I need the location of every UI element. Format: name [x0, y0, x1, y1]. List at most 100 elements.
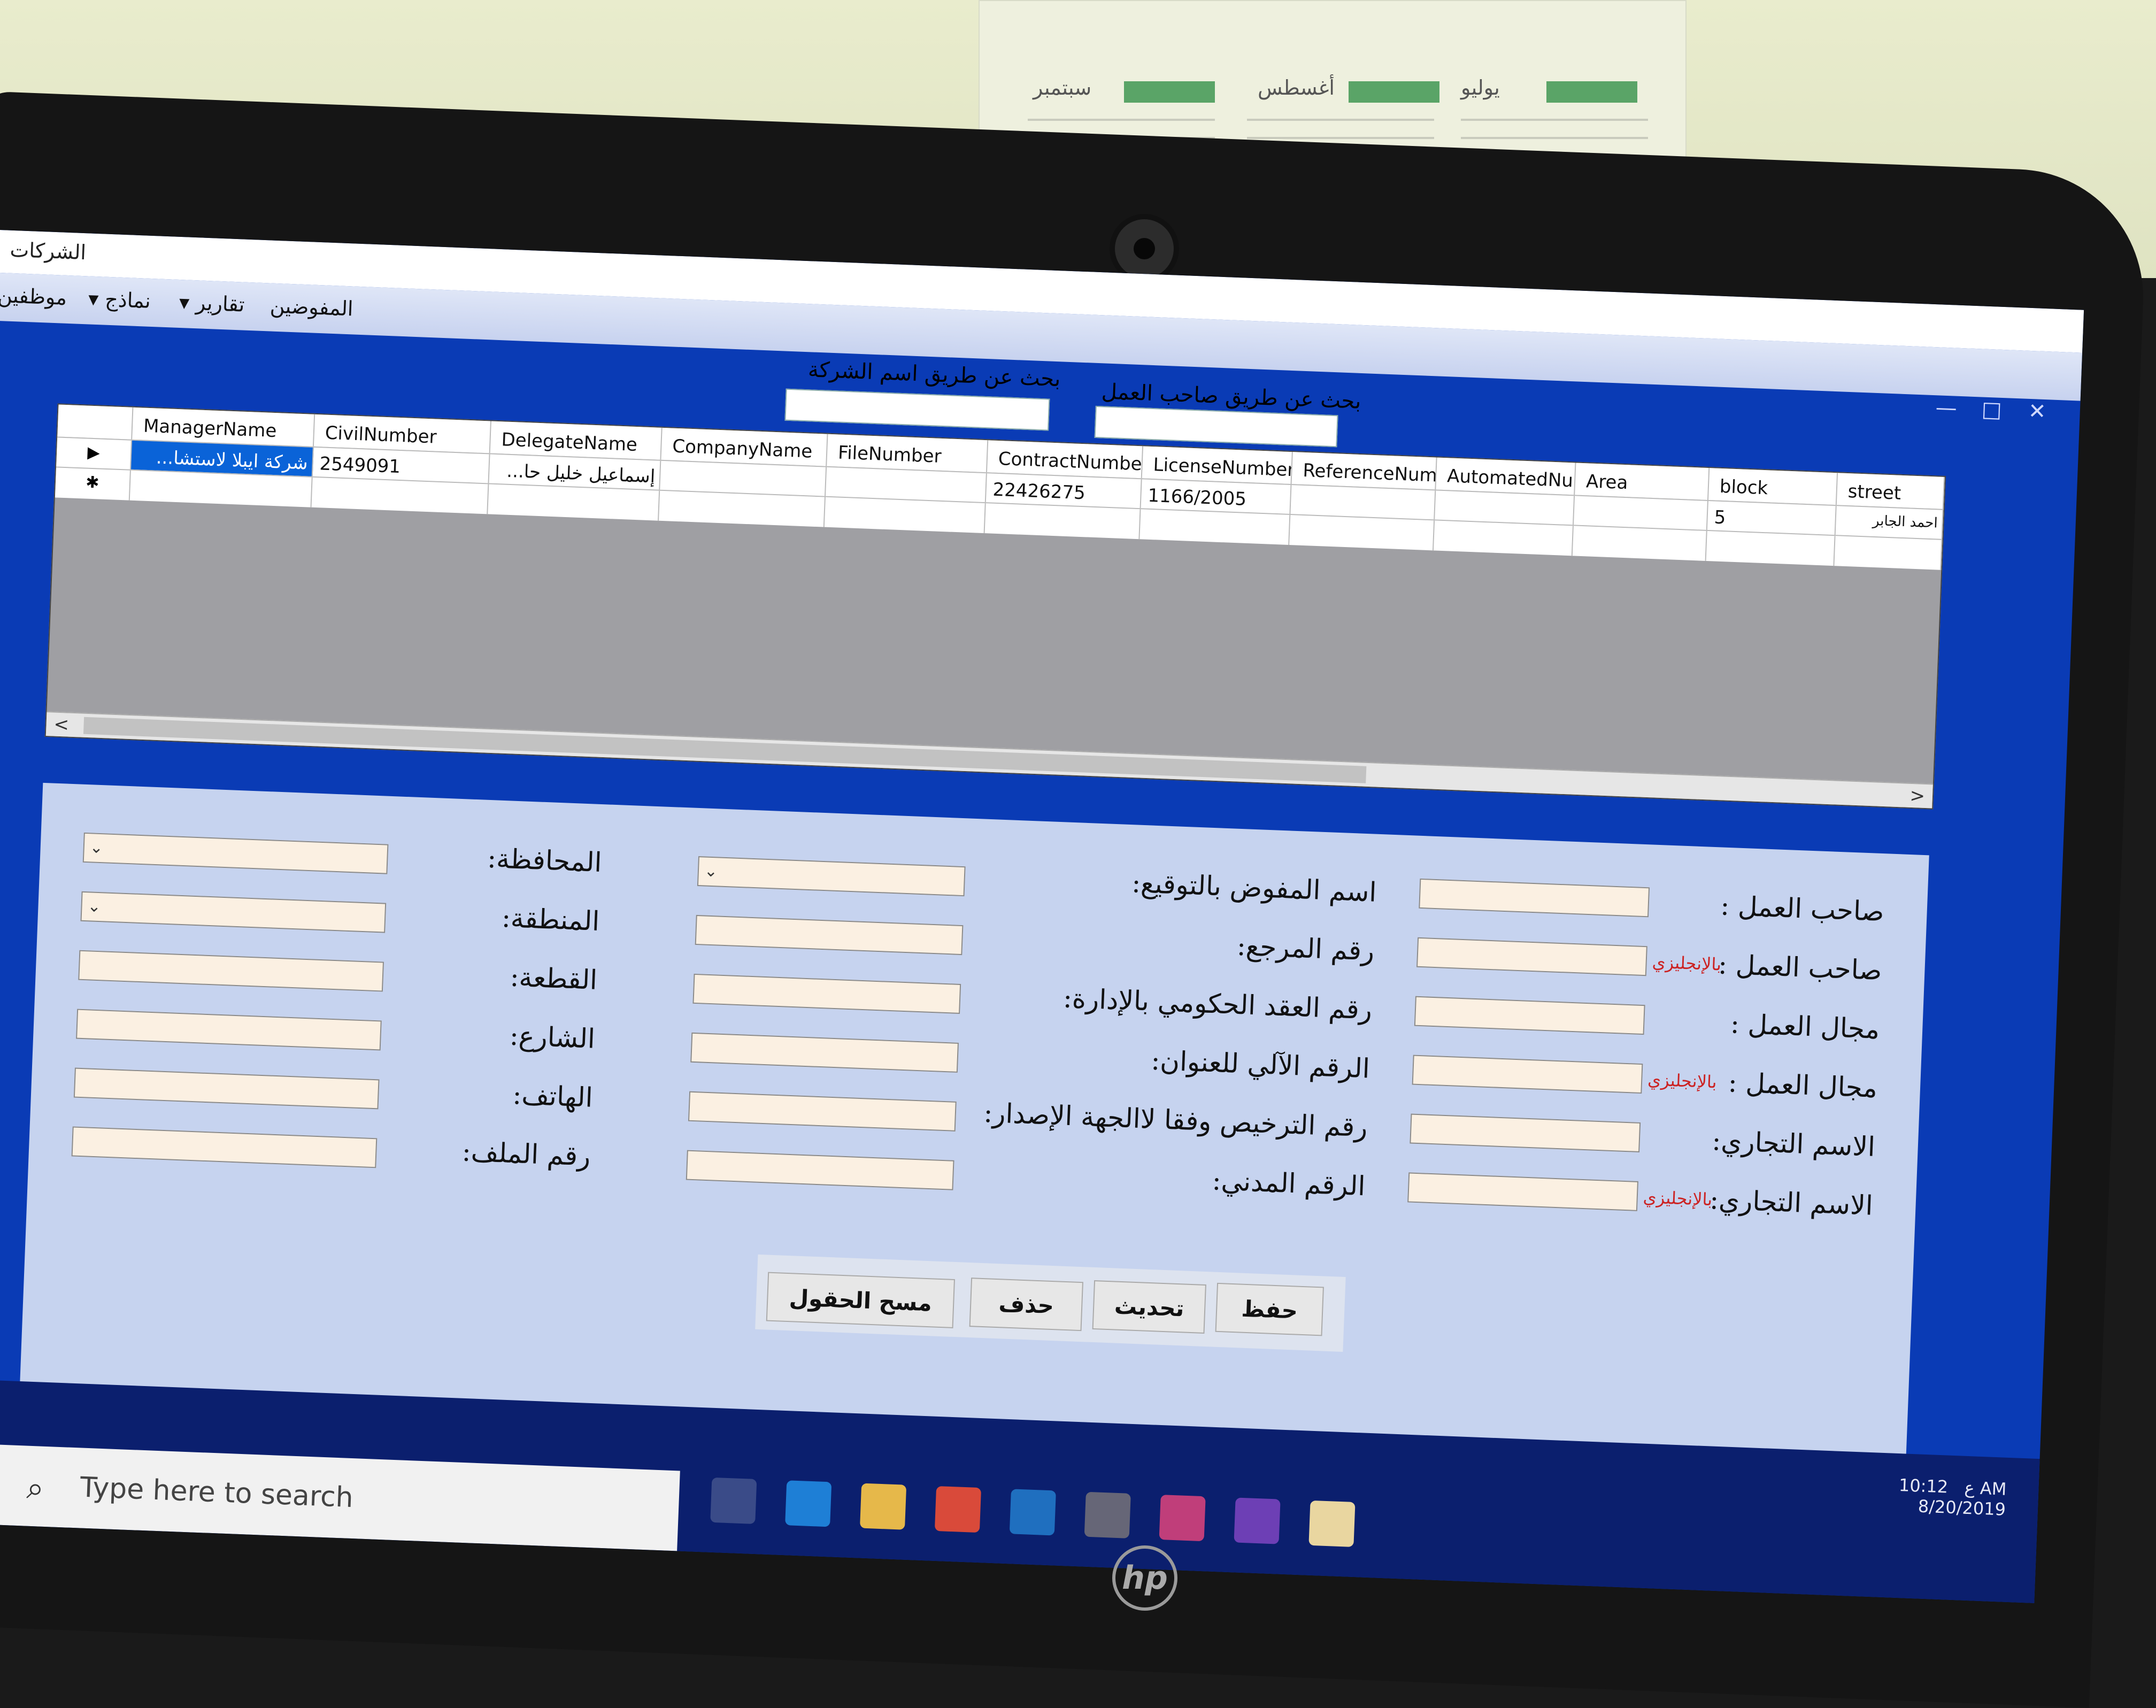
column-header[interactable]: AutomatedNumber — [1436, 457, 1576, 495]
edge-icon[interactable] — [785, 1480, 832, 1527]
area-label: المنطقة: — [501, 902, 600, 937]
scrollbar-thumb[interactable] — [83, 717, 1367, 783]
menu-item-employees[interactable]: موظفين — [0, 283, 67, 310]
menu-item-delegates[interactable]: المفوضين — [270, 294, 353, 321]
maximize-icon[interactable]: □ — [1970, 397, 2014, 423]
employer-en-input[interactable] — [1416, 937, 1647, 976]
menu-item-forms[interactable]: نماذج ▾ — [88, 287, 151, 312]
business-field-input[interactable] — [1414, 996, 1645, 1035]
trade-name-en-input[interactable] — [1407, 1172, 1638, 1211]
table-cell[interactable] — [129, 470, 313, 507]
table-cell[interactable] — [1706, 530, 1836, 566]
minimize-icon[interactable]: — — [1924, 395, 1968, 421]
table-cell[interactable] — [1433, 520, 1574, 556]
calendar-banner — [1124, 81, 1215, 103]
delete-button[interactable]: حذف — [969, 1278, 1083, 1332]
clock-time[interactable]: 10:12 AM — [1898, 1475, 2007, 1499]
gov-contract-label: رقم العقد الحكومي بالإدارة: — [1062, 982, 1373, 1026]
clock-date[interactable]: 8/20/2019 — [1918, 1496, 2006, 1519]
column-header[interactable]: ReferenceNumber — [1291, 452, 1437, 490]
new-row-icon: ✱ — [55, 467, 131, 501]
taskbar-search-placeholder[interactable]: Type here to search — [80, 1472, 354, 1514]
window-controls: — □ ✕ — [1924, 395, 2059, 437]
employer-input[interactable] — [1419, 878, 1650, 918]
menu-item-reports[interactable]: تقارير ▾ — [179, 290, 245, 317]
update-button[interactable]: تحديث — [1092, 1280, 1206, 1334]
button-bar: حفظ تحديث حذف مسح الحقول — [755, 1254, 1346, 1352]
chevron-down-icon: ⌄ — [87, 897, 102, 917]
table-cell[interactable] — [311, 477, 489, 514]
file-number-label: رقم الملف: — [461, 1136, 591, 1172]
street-input[interactable] — [76, 1009, 382, 1051]
search-icon: ⌕ — [26, 1469, 45, 1506]
automated-address-input[interactable] — [690, 1032, 959, 1073]
task-view-icon[interactable] — [710, 1477, 757, 1524]
scroll-left-icon[interactable]: < — [53, 714, 70, 736]
close-icon[interactable]: ✕ — [2015, 398, 2059, 425]
system-tray: ع 10:12 AM 8/20/2019 — [1898, 1475, 2007, 1520]
gov-contract-input[interactable] — [692, 973, 961, 1014]
table-cell[interactable] — [1139, 509, 1291, 545]
outlook-icon[interactable] — [1009, 1489, 1056, 1536]
business-field-label: مجال العمل : — [1730, 1008, 1881, 1045]
license-number-label: رقم الترخيص وفقا لاالجهة الإصدار: — [983, 1097, 1368, 1143]
row-marker-icon: ▶ — [56, 437, 133, 471]
column-header[interactable]: street — [1836, 473, 1945, 509]
table-cell[interactable] — [984, 503, 1141, 540]
table-cell[interactable] — [824, 497, 986, 534]
employer-en-label: صاحب العمل : — [1718, 949, 1883, 987]
companies-grid[interactable]: ManagerName CivilNumber DelegateName Com… — [44, 403, 1946, 810]
column-header[interactable]: block — [1708, 468, 1838, 505]
civil-number-label: الرقم المدني: — [1211, 1165, 1366, 1202]
area-select[interactable]: ⌄ — [80, 891, 387, 933]
civil-number-input[interactable] — [686, 1150, 954, 1190]
table-cell[interactable]: احمد الجابر — [1835, 506, 1944, 540]
save-button[interactable]: حفظ — [1215, 1282, 1324, 1336]
search-company-input[interactable] — [784, 388, 1050, 431]
english-hint: بالإنجليزي — [1647, 1069, 1718, 1092]
column-header[interactable]: LicenseNumber — [1142, 446, 1293, 484]
block-input[interactable] — [78, 950, 384, 992]
calendar-month: أغسطس — [1258, 76, 1335, 99]
file-explorer-icon[interactable] — [859, 1483, 907, 1530]
scroll-right-icon[interactable]: > — [1909, 785, 1926, 807]
table-cell[interactable] — [1834, 536, 1943, 570]
chrome-icon[interactable] — [934, 1486, 982, 1533]
phone-input[interactable] — [73, 1067, 380, 1110]
calendar-month: يوليو — [1461, 76, 1500, 99]
company-form: صاحب العمل : صاحب العمل : بالإنجليزي مجا… — [19, 782, 1929, 1475]
visual-studio-icon[interactable] — [1234, 1497, 1281, 1544]
hp-logo: hp — [1112, 1545, 1177, 1611]
english-hint: بالإنجليزي — [1643, 1187, 1713, 1210]
trade-name-en-label: الاسم التجاري: — [1709, 1184, 1874, 1221]
business-field-en-input[interactable] — [1412, 1055, 1643, 1094]
table-cell[interactable] — [1572, 526, 1707, 561]
english-hint: بالإنجليزي — [1652, 951, 1722, 975]
clear-fields-button[interactable]: مسح الحقول — [766, 1272, 955, 1328]
column-header[interactable]: ContractNumber — [987, 440, 1144, 479]
reference-number-input[interactable] — [695, 914, 964, 956]
running-app-icon[interactable] — [1308, 1500, 1356, 1547]
table-cell[interactable] — [488, 484, 660, 521]
app-icon[interactable] — [1159, 1495, 1206, 1542]
block-label: القطعة: — [509, 961, 598, 996]
reference-number-label: رقم المرجع: — [1236, 930, 1375, 967]
table-cell[interactable] — [1289, 515, 1435, 551]
governorate-label: المحافظة: — [487, 842, 603, 879]
column-header[interactable]: Area — [1575, 463, 1710, 501]
authorized-signatory-label: اسم المفوض بالتوقيع: — [1131, 867, 1377, 908]
input-language[interactable]: ع — [1964, 1478, 1975, 1498]
phone-label: الهاتف: — [512, 1079, 594, 1113]
authorized-signatory-select[interactable]: ⌄ — [697, 856, 966, 897]
street-label: الشارع: — [509, 1020, 596, 1055]
grid-corner — [57, 404, 134, 440]
search-employer-input[interactable] — [1094, 405, 1338, 448]
chevron-down-icon: ⌄ — [89, 838, 104, 858]
file-number-input[interactable] — [71, 1126, 378, 1168]
table-cell[interactable] — [659, 490, 826, 527]
tools-icon[interactable] — [1084, 1491, 1131, 1538]
trade-name-input[interactable] — [1410, 1113, 1641, 1152]
license-number-input[interactable] — [688, 1091, 957, 1132]
calendar-banner — [1349, 81, 1439, 103]
governorate-select[interactable]: ⌄ — [82, 832, 389, 874]
